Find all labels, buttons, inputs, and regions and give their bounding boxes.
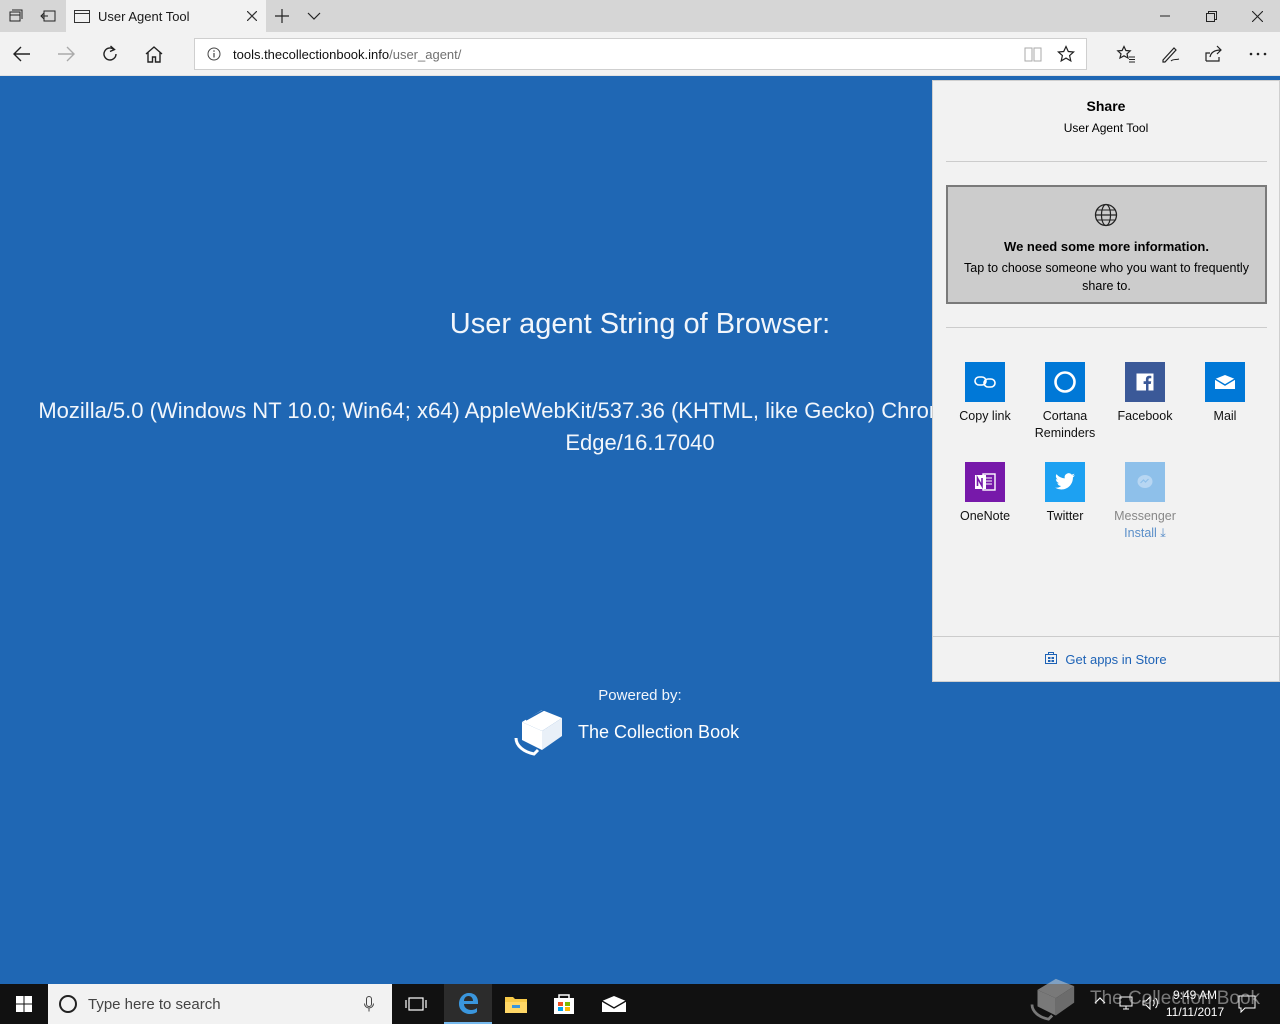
tab-preview-chevron-icon[interactable] [298, 0, 330, 32]
app-label: Mail [1213, 409, 1237, 423]
app-label: Twitter [1046, 509, 1084, 523]
mail-taskbar-icon[interactable] [590, 984, 638, 1024]
active-tab[interactable]: User Agent Tool [66, 0, 266, 32]
info-description: Tap to choose someone who you want to fr… [964, 261, 1249, 293]
store-bag-icon [1045, 651, 1058, 669]
app-label: Facebook [1117, 409, 1173, 423]
powered-by-label: Powered by: [598, 687, 682, 704]
share-target-copy-link[interactable]: Copy link [945, 362, 1025, 425]
page-favicon-icon [74, 9, 90, 23]
search-placeholder: Type here to search [88, 995, 221, 1013]
share-target-mail[interactable]: Mail [1185, 362, 1265, 425]
navigation-bar: tools.thecollectionbook.info/user_agent/ [0, 32, 1280, 76]
install-link[interactable]: Install ⤓ [1105, 525, 1185, 542]
mail-icon [1205, 362, 1245, 402]
file-explorer-icon[interactable] [492, 984, 540, 1024]
hub-favorites-icon[interactable] [1104, 32, 1148, 76]
share-title: Share [1086, 98, 1126, 114]
app-label: Copy link [959, 409, 1011, 423]
restore-tabs-icon[interactable] [32, 0, 64, 32]
app-label: Cortana Reminders [1034, 409, 1096, 440]
share-target-facebook[interactable]: Facebook [1105, 362, 1185, 425]
tab-title: User Agent Tool [98, 8, 190, 24]
share-icon[interactable] [1192, 32, 1236, 76]
share-panel: Share User Agent Tool We need some more … [932, 80, 1280, 682]
web-note-pen-icon[interactable] [1148, 32, 1192, 76]
restore-window-icon[interactable] [1188, 0, 1234, 32]
divider [946, 161, 1267, 162]
tab-bar: User Agent Tool [0, 0, 1280, 32]
app-label: Messenger [1114, 509, 1176, 523]
watermark-text: The Collection Book [1090, 988, 1261, 1009]
url-path: /user_agent/ [389, 46, 462, 62]
home-icon[interactable] [132, 32, 176, 76]
refresh-icon[interactable] [88, 32, 132, 76]
back-arrow-icon[interactable] [0, 32, 44, 76]
watermark-book-icon [1030, 978, 1075, 1021]
start-button[interactable] [0, 984, 48, 1024]
forward-arrow-icon[interactable] [44, 32, 88, 76]
edge-taskbar-icon[interactable] [444, 984, 492, 1024]
more-options-icon[interactable] [1236, 32, 1280, 76]
share-subtitle: User Agent Tool [1063, 121, 1149, 135]
windows-logo-icon [16, 996, 32, 1012]
new-tab-icon[interactable] [266, 0, 298, 32]
url-text[interactable]: tools.thecollectionbook.info/user_agent/ [233, 47, 461, 62]
onenote-icon [965, 462, 1005, 502]
reading-view-icon[interactable] [1017, 39, 1049, 69]
site-info-icon[interactable] [195, 47, 233, 61]
book-logo-icon [514, 709, 562, 756]
share-target-messenger[interactable]: Messenger Install ⤓ [1105, 462, 1185, 542]
facebook-icon [1125, 362, 1165, 402]
close-window-icon[interactable] [1234, 0, 1280, 32]
share-target-twitter[interactable]: Twitter [1025, 462, 1105, 525]
get-apps-in-store-link[interactable]: Get apps in Store [933, 636, 1279, 682]
watermark: The Collection Book [1028, 974, 1278, 1024]
minimize-icon[interactable] [1142, 0, 1188, 32]
share-target-cortana[interactable]: Cortana Reminders [1025, 362, 1105, 442]
cortana-icon [1045, 362, 1085, 402]
url-domain: tools.thecollectionbook.info [233, 46, 390, 62]
tab-close-icon[interactable] [238, 0, 266, 32]
globe-icon [1094, 203, 1118, 232]
store-link-text: Get apps in Store [1065, 652, 1167, 667]
favorite-star-icon[interactable] [1050, 39, 1082, 69]
link-icon [965, 362, 1005, 402]
divider [946, 327, 1267, 328]
share-target-onenote[interactable]: OneNote [945, 462, 1025, 525]
taskbar-search-box[interactable]: Type here to search [48, 984, 392, 1024]
twitter-icon [1045, 462, 1085, 502]
app-label: OneNote [959, 509, 1011, 523]
info-heading: We need some more information. [1004, 239, 1209, 254]
frequent-contact-prompt[interactable]: We need some more information. Tap to ch… [946, 185, 1267, 304]
brand-logo-link[interactable]: The Collection Book [512, 707, 739, 757]
messenger-icon [1125, 462, 1165, 502]
microphone-icon[interactable] [364, 996, 374, 1012]
brand-name: The Collection Book [578, 721, 740, 742]
address-bar[interactable]: tools.thecollectionbook.info/user_agent/ [194, 38, 1087, 70]
store-taskbar-icon[interactable] [540, 984, 588, 1024]
tabs-aside-icon[interactable] [0, 0, 32, 32]
task-view-icon[interactable] [392, 984, 440, 1024]
cortana-circle-icon [58, 994, 78, 1014]
